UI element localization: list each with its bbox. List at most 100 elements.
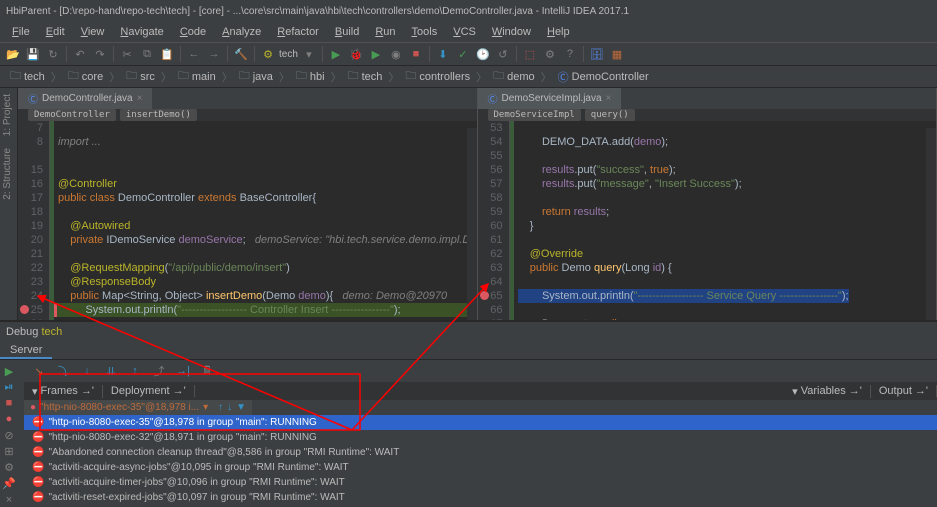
code-line[interactable] [518,121,937,135]
thread-selector[interactable]: ● "http-nio-8080-exec-35"@18,978 i... ▾ … [24,400,252,415]
menu-bar[interactable]: FileEditViewNavigateCodeAnalyzeRefactorB… [0,22,937,42]
code-line[interactable]: @RequestMapping("/api/public/demo/insert… [58,261,477,275]
thread-row[interactable]: ⛔"activiti-acquire-timer-jobs"@10,096 in… [24,475,937,490]
menu-navigate[interactable]: Navigate [112,24,171,40]
debug-icon[interactable]: 🐞 [347,45,365,63]
crumb-demo[interactable]: 🗀demo [489,65,539,88]
build-icon[interactable]: 🔨 [232,45,250,63]
run-icon[interactable]: ▶ [327,45,345,63]
pin-icon[interactable]: 📌 [0,477,18,491]
save-icon[interactable]: 💾 [24,45,42,63]
structure-icon[interactable]: ⬚ [521,45,539,63]
view-breakpoints-icon[interactable]: ● [0,412,18,426]
thread-row[interactable]: ⛔"activiti-acquire-async-jobs"@10,095 in… [24,460,937,475]
code-line[interactable] [518,149,937,163]
crumb-method[interactable]: insertDemo() [120,109,197,121]
db-icon[interactable]: 🗄 [588,45,606,63]
open-file-icon[interactable]: 📂 [4,45,22,63]
redo-icon[interactable]: ↷ [91,45,109,63]
code-area-left[interactable]: 78151617181920212223242526272829303132 i… [18,121,477,320]
undo-icon[interactable]: ↶ [71,45,89,63]
menu-code[interactable]: Code [172,24,214,40]
code-line[interactable]: public Demo query(Long id) { [518,261,937,275]
menu-file[interactable]: File [4,24,38,40]
server-tab[interactable]: Server [0,342,52,359]
code-line[interactable]: results.put("message", "Insert Success")… [518,177,937,191]
code-line[interactable] [518,275,937,289]
scrollbar[interactable] [467,128,477,320]
forward-icon[interactable]: → [205,45,223,63]
vcs-revert-icon[interactable]: ↺ [494,45,512,63]
menu-edit[interactable]: Edit [38,24,73,40]
rerun-icon[interactable]: ▶ [0,364,18,378]
close-icon[interactable]: × [137,93,143,104]
code-line[interactable]: System.out.println("------------------ S… [518,289,937,303]
code-line[interactable]: @Override [518,247,937,261]
show-exec-icon[interactable]: ↘ [30,362,48,380]
code-line[interactable]: @ResponseBody [58,275,477,289]
cut-icon[interactable]: ✂ [118,45,136,63]
stop-icon[interactable]: ■ [0,396,18,410]
thread-row[interactable]: ⛔"http-nio-8080-exec-32"@18,971 in group… [24,430,937,445]
code-line[interactable] [58,163,477,177]
settings-icon[interactable]: ⚙ [541,45,559,63]
code-area-right[interactable]: 5354555657585960616263646566676869707172… [478,121,937,320]
crumb-class[interactable]: DemoController [28,109,116,121]
menu-help[interactable]: Help [539,24,578,40]
run-coverage-icon[interactable]: ▶ [367,45,385,63]
code-line[interactable]: public Map<String, Object> insertDemo(De… [58,289,477,303]
menu-run[interactable]: Run [367,24,403,40]
crumb-tech[interactable]: 🗀tech [6,65,49,88]
crumb-hbi[interactable]: 🗀hbi [292,65,329,88]
help-icon[interactable]: ? [561,45,579,63]
back-icon[interactable]: ← [185,45,203,63]
code-line[interactable]: System.out.println("------------------ C… [54,303,477,317]
vcs-history-icon[interactable]: 🕑 [474,45,492,63]
editor-tab-left[interactable]: Ⓒ DemoController.java × [18,88,152,109]
code-line[interactable]: results.put("success", true); [518,163,937,177]
thread-row[interactable]: ⛔"http-nio-8080-exec-35"@18,978 in group… [24,415,937,430]
menu-refactor[interactable]: Refactor [269,24,327,40]
step-into-icon[interactable]: ↓ [78,362,96,380]
crumb-controllers[interactable]: 🗀controllers [401,65,474,88]
crumb-main[interactable]: 🗀main [174,65,220,88]
vcs-update-icon[interactable]: ⬇ [434,45,452,63]
step-out-icon[interactable]: ↑ [126,362,144,380]
breakpoint-icon[interactable] [480,291,489,300]
vcs-commit-icon[interactable]: ✓ [454,45,472,63]
close-icon[interactable]: × [606,93,612,104]
code-line[interactable] [518,233,937,247]
variables-section[interactable]: ▾Variables→' [784,385,871,398]
run-config-name[interactable]: tech [279,49,298,60]
code-line[interactable] [58,121,477,135]
thread-row[interactable]: ⛔"activiti-reset-expired-jobs"@10,097 in… [24,490,937,505]
profile-icon[interactable]: ◉ [387,45,405,63]
menu-window[interactable]: Window [484,24,539,40]
code-line[interactable] [58,247,477,261]
menu-build[interactable]: Build [327,24,367,40]
filter-icon[interactable]: ▼ [236,402,246,413]
menu-tools[interactable]: Tools [404,24,446,40]
project-tool-tab[interactable]: 1: Project [0,88,15,142]
output-section[interactable]: Output→' [871,385,937,397]
menu-vcs[interactable]: VCS [445,24,484,40]
deployment-section[interactable]: Deployment→' [103,385,195,397]
copy-icon[interactable]: ⧉ [138,45,156,63]
stop-icon[interactable]: ■ [407,45,425,63]
run-to-cursor-icon[interactable]: →| [174,362,192,380]
crumb-tech[interactable]: 🗀tech [344,65,387,88]
evaluate-icon[interactable]: 🖩 [198,362,216,380]
code-line[interactable]: @Controller [58,177,477,191]
paste-icon[interactable]: 📋 [158,45,176,63]
frames-section[interactable]: ▾Frames→' [24,385,103,398]
code-line[interactable]: } [518,219,937,233]
code-line[interactable] [518,191,937,205]
force-step-into-icon[interactable]: ⇊ [102,362,120,380]
structure-tool-tab[interactable]: 2: Structure [0,142,15,206]
crumb-src[interactable]: 🗀src [122,65,159,88]
crumb-class[interactable]: DemoServiceImpl [488,109,581,121]
code-line[interactable]: DEMO_DATA.add(demo); [518,135,937,149]
layout-icon[interactable]: ⊞ [0,445,18,459]
run-config-icon[interactable]: ⚙ [259,45,277,63]
crumb-DemoController[interactable]: ⒸDemoController [554,67,653,87]
